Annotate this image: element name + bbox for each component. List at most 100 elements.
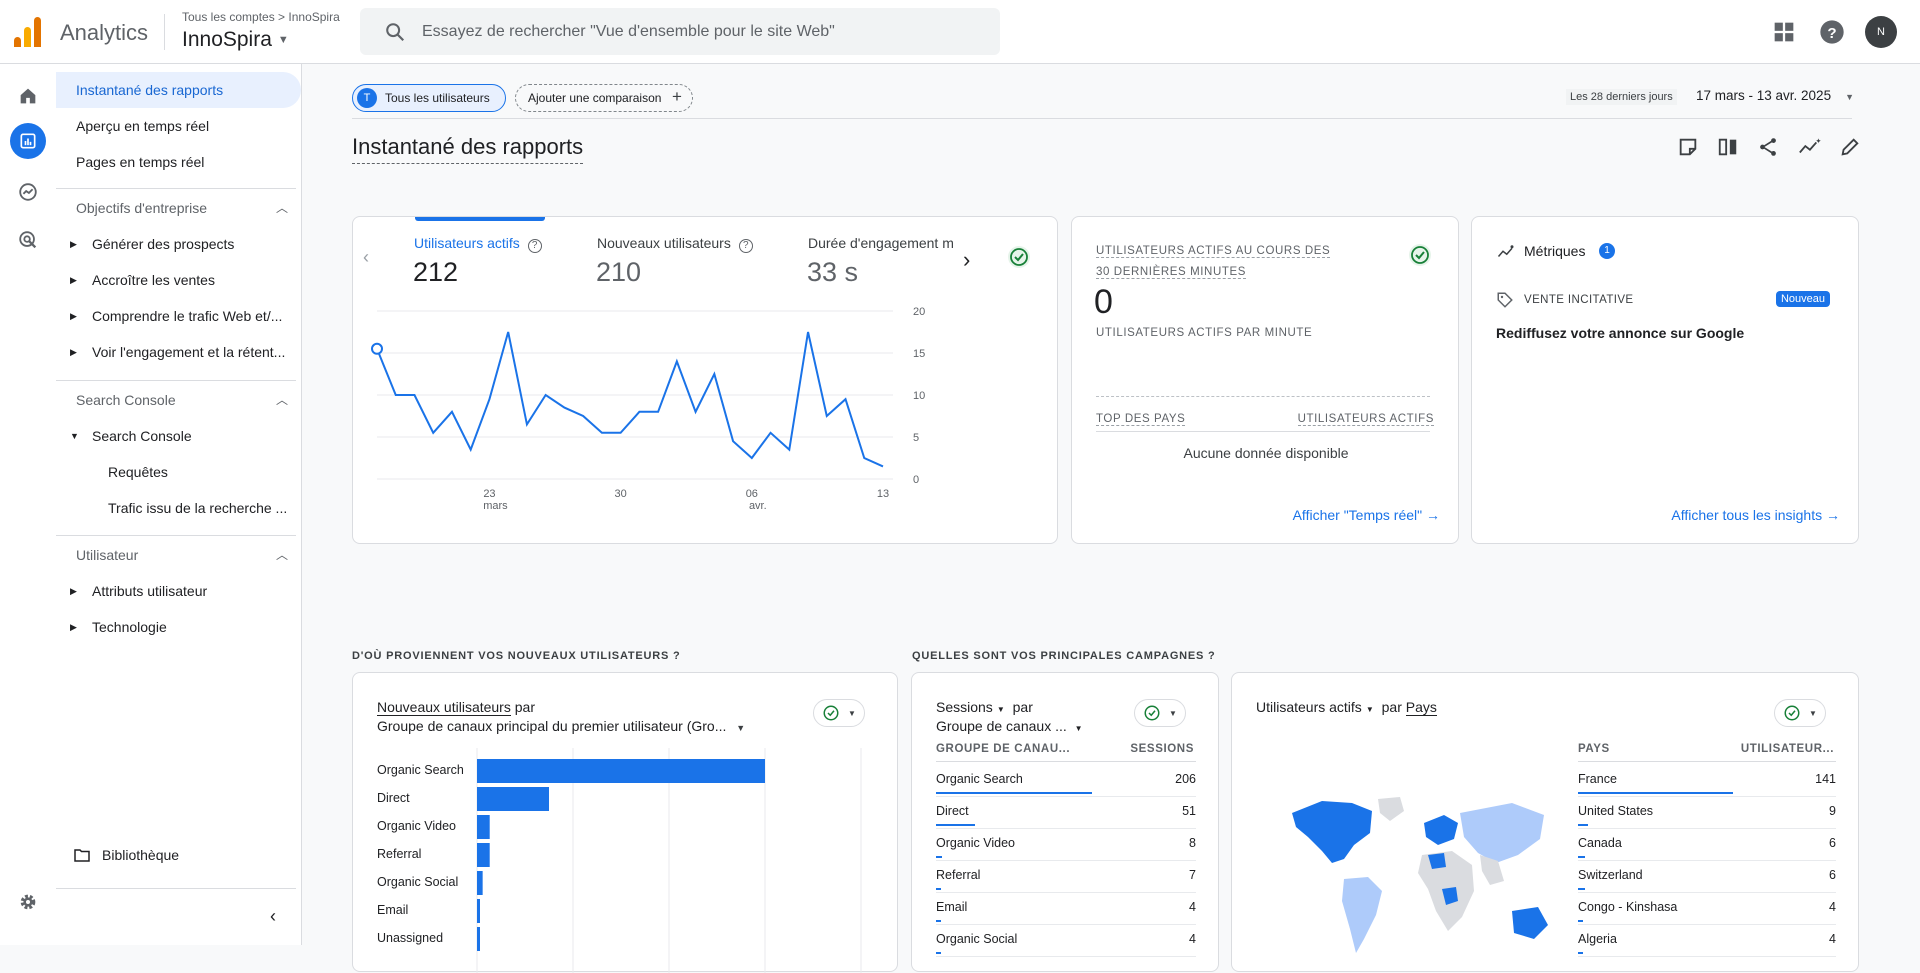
nav-item-user-attributes[interactable]: ▶ Attributs utilisateur [56,573,302,609]
bar [477,759,765,783]
table-row[interactable]: Organic Social 4 [936,932,1196,962]
nav-label: Technologie [92,619,167,635]
realtime-users-value: 0 [1094,283,1113,321]
view-all-insights-link[interactable]: Afficher tous les insights → [1671,507,1840,523]
account-breadcrumb[interactable]: Tous les comptes > InnoSpira [182,10,340,24]
row-value: 6 [1829,868,1836,882]
settings-gear-icon[interactable] [10,884,46,920]
row-divider [1578,924,1836,925]
view-realtime-link[interactable]: Afficher "Temps réel" → [1293,507,1440,523]
nav-item-technology[interactable]: ▶ Technologie [56,609,302,645]
column-header-sessions[interactable]: SESSIONS [1130,743,1194,755]
nav-item-web-traffic[interactable]: ▶ Comprendre le trafic Web et/... [56,298,302,334]
insights-icon[interactable]: ✦ [1797,136,1822,163]
nav-item-queries[interactable]: Requêtes [56,454,302,490]
nav-item-search-console-group[interactable]: ▼ Search Console [56,418,302,454]
row-label: France [1578,772,1617,786]
nav-item-generate-leads[interactable]: ▶ Générer des prospects [56,226,302,262]
edit-pencil-icon[interactable] [1839,136,1861,163]
add-comparison-button[interactable]: Ajouter une comparaison + [515,84,693,112]
nav-section-user[interactable]: Utilisateur ︿ [56,537,302,573]
row-divider [936,892,1196,893]
property-selector[interactable]: InnoSpira ▼ [182,28,289,52]
insight-message[interactable]: Rediffusez votre annonce sur Google [1496,325,1744,341]
world-map[interactable] [1282,793,1552,969]
account-avatar[interactable]: N [1865,16,1897,48]
row-divider [936,924,1196,925]
nav-section-search-console[interactable]: Search Console ︿ [56,382,302,418]
caret-down-icon: ▼ [996,705,1005,714]
nav-item-reports-snapshot[interactable]: Instantané des rapports [56,72,301,108]
share-icon[interactable] [1757,136,1779,163]
table-row[interactable]: Congo - Kinshasa 4 [1578,900,1836,930]
table-row[interactable]: France 141 [1578,772,1836,802]
column-header-country[interactable]: PAYS [1578,743,1610,755]
dimension-selector[interactable]: Groupe de canaux ... ▼ [936,718,1083,734]
table-row[interactable]: Organic Video 8 [936,836,1196,866]
data-quality-check-icon[interactable] [1408,243,1432,272]
table-row[interactable]: Switzerland 6 [1578,868,1836,898]
nav-item-engagement[interactable]: ▶ Voir l'engagement et la rétent... [56,334,302,370]
nav-item-library[interactable]: Bibliothèque [56,837,302,873]
chevron-up-icon: ︿ [275,393,288,407]
dimension-selector[interactable]: Pays [1405,699,1437,716]
caret-down-icon: ▼ [1169,708,1177,718]
search-bar[interactable] [360,8,1000,55]
table-row[interactable]: Direct 51 [936,804,1196,834]
data-quality-menu-button[interactable]: ▼ [1134,699,1186,727]
per-minute-baseline [1096,396,1430,397]
table-row[interactable]: Referral 7 [936,868,1196,898]
apps-grid-icon[interactable] [1770,18,1798,46]
caret-down-icon: ▼ [1809,708,1817,718]
caret-down-icon: ▼ [1074,724,1083,733]
section-label: Search Console [76,392,176,408]
row-proportion-bar [1578,920,1583,922]
caret-down-icon: ▼ [277,34,289,47]
metric-selector[interactable]: Utilisateurs actifs [1256,699,1362,715]
row-value: 4 [1189,932,1196,946]
link-label: Afficher "Temps réel" [1292,507,1423,523]
row-proportion-bar [1578,824,1588,826]
row-divider [1578,956,1836,957]
divider [56,535,296,536]
compare-icon[interactable] [1717,136,1739,163]
table-row[interactable]: Email 4 [936,900,1196,930]
nav-section-business-objectives[interactable]: Objectifs d'entreprise ︿ [56,190,302,226]
bar-category-label: Organic Social [377,875,458,889]
row-value: 51 [1182,804,1196,818]
customize-report-icon[interactable] [1677,136,1699,163]
data-quality-menu-button[interactable]: ▼ [1774,699,1826,727]
row-divider [936,860,1196,861]
row-label: Switzerland [1578,868,1643,882]
metric-selector[interactable]: Sessions [936,699,993,715]
row-value: 7 [1189,868,1196,882]
collapse-nav-chevron-left-icon[interactable]: ‹ [270,906,276,927]
search-input[interactable] [422,8,982,55]
date-range-label: 17 mars - 13 avr. 2025 [1696,88,1832,103]
home-icon[interactable] [10,78,46,114]
column-header-users[interactable]: UTILISATEUR... [1741,743,1834,755]
analytics-logo-icon[interactable] [14,17,42,47]
new-users-bar-chart: Organic Search Direct Organic Video Referra… [377,748,862,973]
nav-item-realtime-pages[interactable]: Pages en temps réel [56,144,302,180]
table-row[interactable]: Algeria 4 [1578,932,1836,962]
section-label: Objectifs d'entreprise [76,200,208,216]
reports-icon[interactable] [10,123,46,159]
table-row[interactable]: Canada 6 [1578,836,1836,866]
nav-item-organic-search-traffic[interactable]: Trafic issu de la recherche ... [56,490,302,526]
row-proportion-bar [936,792,1092,794]
explore-icon[interactable] [10,174,46,210]
column-header-channel[interactable]: GROUPE DE CANAU... [936,743,1070,755]
nav-item-increase-sales[interactable]: ▶ Accroître les ventes [56,262,302,298]
row-proportion-bar [1578,856,1585,858]
segment-chip-all-users[interactable]: T Tous les utilisateurs [352,84,506,112]
bar [477,843,490,867]
date-range-picker[interactable]: 17 mars - 13 avr. 2025 ▼ [1696,88,1854,103]
table-row[interactable]: Organic Search 206 [936,772,1196,802]
table-row[interactable]: United States 9 [1578,804,1836,834]
row-divider [936,828,1196,829]
insights-sparkle-icon [1497,245,1514,257]
advertising-icon[interactable] [10,222,46,258]
nav-item-realtime-overview[interactable]: Aperçu en temps réel [56,108,302,144]
help-icon[interactable]: ? [1818,18,1846,46]
